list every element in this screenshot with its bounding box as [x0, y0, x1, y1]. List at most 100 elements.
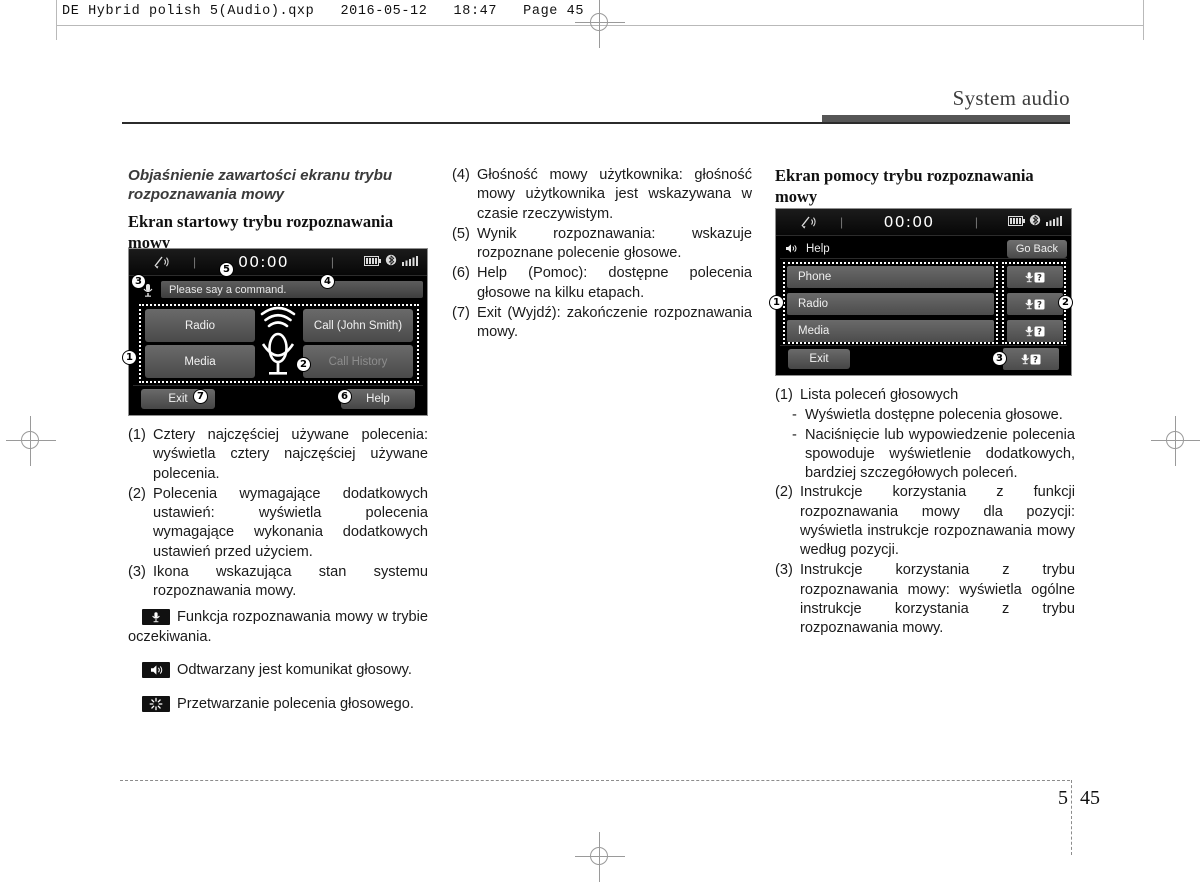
svg-text:?: ?	[1037, 327, 1042, 337]
list-text: Lista poleceń głosowych	[800, 387, 959, 403]
status-bar: | 00:00 |	[129, 249, 427, 276]
list-item: (1) Cztery najczęściej używane polecenia…	[128, 426, 428, 484]
help-button-label: Help	[366, 393, 390, 405]
footer-dashed-rule-left	[120, 780, 1070, 781]
running-head-rule-thin	[122, 122, 1070, 124]
numbered-list-col3: (1) Lista poleceń głosowych - Wyświetla …	[775, 386, 1075, 638]
column-one-body: (1) Cztery najczęściej używane polecenia…	[128, 426, 428, 729]
bluetooth-icon	[385, 253, 398, 271]
icon-paragraph-playing-text: Odtwarzany jest komunikat głosowy.	[177, 662, 412, 679]
exit-button-label: Exit	[168, 393, 188, 405]
list-text: Exit (Wyjdź): zakończenie rozpoznawania …	[477, 304, 752, 340]
tile-call-john-smith[interactable]: Call (John Smith)	[303, 309, 413, 342]
signal-bars-icon	[402, 253, 420, 271]
list-text: Instrukcje korzystania z funkcji rozpozn…	[800, 484, 1075, 558]
voice-help-button-media[interactable]: ?	[1007, 320, 1063, 342]
tile-radio-label: Radio	[184, 319, 216, 332]
folio-chapter: 5	[1058, 787, 1068, 809]
registration-mark-left	[6, 416, 56, 466]
help-button[interactable]: Help	[341, 389, 415, 409]
sub-list-marker: -	[792, 426, 797, 443]
bluetooth-icon	[1029, 213, 1042, 231]
tile-media[interactable]: Media	[145, 345, 255, 378]
exit-button[interactable]: Exit	[788, 349, 850, 369]
sub-list-text: Wyświetla dostępne polecenia głosowe.	[805, 407, 1063, 424]
help-row-radio[interactable]: Radio	[787, 293, 994, 315]
help-row-media[interactable]: Media	[787, 320, 994, 342]
numbered-list-col2: (4) Głośność mowy użytkownika: głośność …	[452, 166, 752, 342]
list-marker: (2)	[775, 484, 793, 501]
help-row-media-label: Media	[798, 325, 830, 337]
tile-call-history[interactable]: Call History	[303, 345, 413, 378]
list-text: Cztery najczęściej używane polecenia: wy…	[153, 427, 428, 482]
mic-question-icon: ?	[1025, 298, 1045, 310]
list-marker: (2)	[128, 485, 146, 502]
voice-help-button-radio[interactable]: ?	[1007, 293, 1063, 315]
recognition-result-bar: Please say a command.	[161, 281, 423, 298]
help-header: Help Go Back	[780, 239, 1067, 259]
registration-mark-bottom	[575, 832, 625, 882]
processing-spinner-icon	[142, 696, 170, 713]
running-head: System audio	[952, 86, 1070, 110]
help-row-phone[interactable]: Phone	[787, 266, 994, 288]
help-row-radio-label: Radio	[798, 298, 829, 310]
voice-recognition-help-screen: | 00:00 | Help Go Back Phone Radio Media…	[769, 208, 1073, 376]
status-clock: 00:00	[238, 253, 289, 271]
callout-1: 1	[122, 350, 137, 365]
mic-question-icon: ?	[1025, 271, 1045, 283]
numbered-list-col1: (1) Cztery najczęściej używane polecenia…	[128, 426, 428, 601]
tile-media-label: Media	[184, 355, 216, 368]
tile-radio[interactable]: Radio	[145, 309, 255, 342]
prompt-row: Please say a command.	[133, 280, 423, 299]
section-heading-italic: Objaśnienie zawartości ekranu trybu rozp…	[128, 167, 393, 204]
status-clock: 00:00	[883, 213, 935, 231]
mute-voice-icon	[129, 254, 193, 270]
list-item: (1) Lista poleceń głosowych	[775, 386, 1075, 405]
go-back-button[interactable]: Go Back	[1006, 239, 1067, 258]
icon-paragraph-playing: Odtwarzany jest komunikat głosowy.	[128, 661, 428, 680]
callout-4: 4	[320, 274, 335, 289]
speaker-icon	[142, 662, 170, 679]
callout-3: 3	[131, 274, 146, 289]
page-right-edge-rule	[1143, 0, 1144, 40]
mute-voice-icon	[776, 214, 840, 230]
sub-list-item: - Naciśnięcie lub wypowiedzenie poleceni…	[792, 426, 1075, 484]
sub-list-marker: -	[792, 407, 797, 424]
mic-question-icon: ?	[1025, 325, 1045, 337]
list-item: (2) Instrukcje korzystania z funkcji roz…	[775, 483, 1075, 560]
voice-recognition-start-screen: | 00:00 | Please say a command. Radio Ca…	[122, 248, 428, 416]
list-marker: (7)	[452, 304, 470, 321]
status-icons	[978, 213, 1071, 231]
svg-text:?: ?	[1037, 300, 1042, 310]
sub-list-item: - Wyświetla dostępne polecenia głosowe.	[792, 406, 1075, 425]
list-marker: (3)	[128, 563, 146, 580]
status-icons	[334, 253, 427, 271]
callout-1: 1	[769, 295, 784, 310]
screen-body: Help Go Back Phone Radio Media ? ? ? Exi…	[776, 236, 1071, 376]
list-item: (4) Głośność mowy użytkownika: głośność …	[452, 166, 752, 224]
bottom-bar: Exit ?	[780, 345, 1067, 372]
list-marker: (4)	[452, 167, 470, 183]
battery-icon	[364, 253, 381, 271]
microphone-icon	[142, 609, 170, 626]
mic-question-icon: ?	[1021, 353, 1041, 365]
exit-button-label: Exit	[809, 353, 829, 365]
page-left-edge-rule	[56, 0, 57, 40]
registration-mark-top	[575, 0, 625, 48]
callout-2: 2	[296, 357, 311, 372]
speaker-icon	[785, 242, 799, 255]
list-marker: (3)	[775, 562, 793, 579]
list-marker: (6)	[452, 265, 470, 282]
list-text: Głośność mowy użytkownika: głośność mowy…	[477, 167, 752, 222]
list-text: Help (Pomoc): dostępne polecenia głosowe…	[477, 265, 752, 301]
icon-paragraph-standby: Funkcja rozpoznawania mowy w trybie ocze…	[128, 608, 428, 647]
voice-help-button-general[interactable]: ?	[1003, 348, 1059, 370]
svg-text:?: ?	[1037, 273, 1042, 283]
svg-text:?: ?	[1033, 355, 1038, 365]
sub-list-text: Naciśnięcie lub wypowiedzenie polecenia …	[805, 426, 1075, 482]
voice-help-button-phone[interactable]: ?	[1007, 266, 1063, 288]
battery-icon	[1008, 213, 1025, 231]
icon-paragraph-standby-text: Funkcja rozpoznawania mowy w trybie ocze…	[128, 609, 428, 645]
registration-mark-right	[1151, 416, 1200, 466]
help-title: Help	[806, 242, 830, 255]
